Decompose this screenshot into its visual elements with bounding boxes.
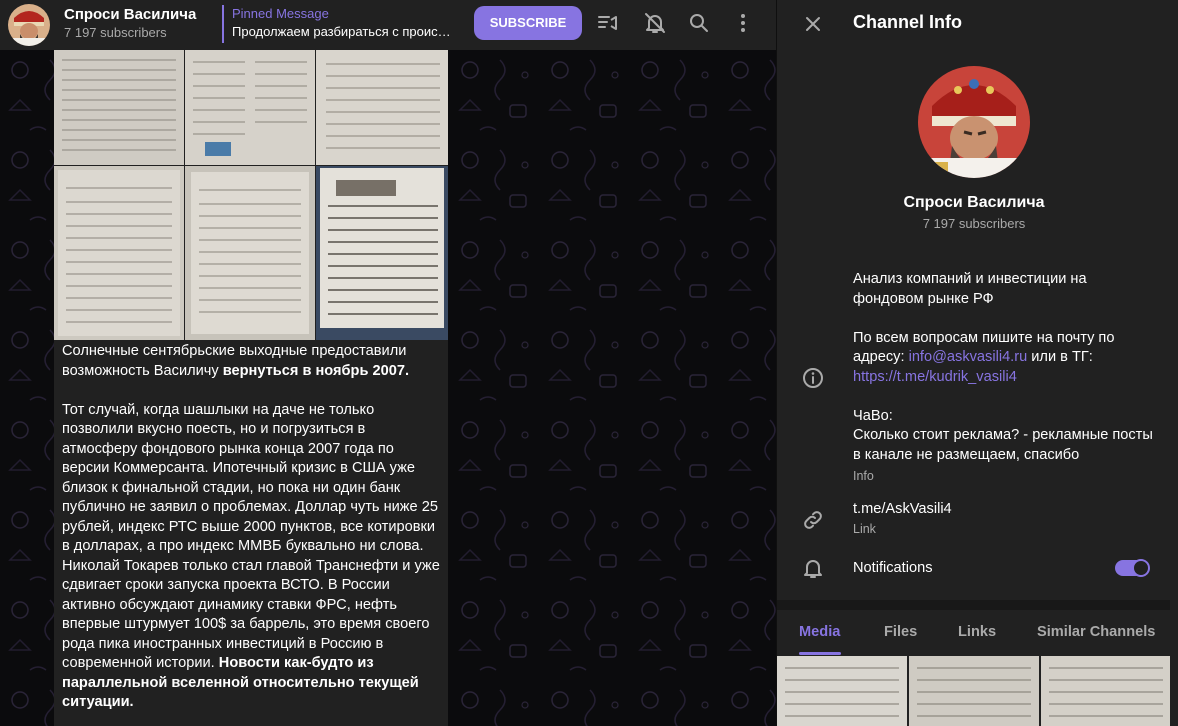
faq-text: Сколько стоит реклама? - рекламные посты…: [853, 427, 1153, 463]
faq-title: ЧаВо:: [853, 407, 893, 424]
notifications-row[interactable]: Notifications: [853, 560, 1053, 576]
section-divider: [777, 600, 1178, 610]
active-tab-indicator: [799, 652, 841, 655]
tab-media[interactable]: Media: [799, 624, 840, 640]
media-grid: [777, 656, 1171, 726]
channel-avatar-large[interactable]: [918, 66, 1030, 178]
email-link[interactable]: info@askvasili4.ru: [909, 349, 1028, 365]
panel-title: Channel Info: [853, 12, 962, 32]
link-value[interactable]: t.me/AskVasili4: [853, 501, 1153, 517]
toggle-knob: [1132, 559, 1150, 577]
link-icon: [804, 511, 822, 529]
telegram-link[interactable]: https://t.me/kudrik_vasili4: [853, 369, 1017, 385]
post-text: Солнечные сентябрьские выходные предоста…: [62, 342, 442, 726]
photo-album: [54, 50, 448, 340]
tab-links[interactable]: Links: [958, 624, 996, 640]
album-photo[interactable]: [185, 166, 315, 340]
tab-similar-channels[interactable]: Similar Channels: [1037, 624, 1155, 640]
channel-name: Спроси Василича: [903, 194, 1045, 211]
bell-icon: [804, 560, 822, 578]
subscriber-count: 7 197 subscribers: [64, 25, 167, 40]
channel-post: Солнечные сентябрьские выходные предоста…: [54, 50, 448, 726]
tab-files[interactable]: Files: [884, 624, 917, 640]
search-icon[interactable]: [687, 11, 711, 35]
album-photo[interactable]: [185, 50, 315, 165]
mute-bell-icon[interactable]: [643, 11, 667, 35]
channel-info-panel: Channel Info Спроси Василича 7 197 subsc…: [776, 0, 1178, 726]
live-stream-icon[interactable]: [596, 11, 620, 35]
media-tabs: Media Files Links Similar Channels: [777, 610, 1171, 656]
channel-description: Анализ компаний и инвестиции на фондовом…: [853, 270, 1153, 487]
notifications-toggle[interactable]: [1115, 559, 1150, 577]
album-photo[interactable]: [54, 166, 184, 340]
channel-avatar[interactable]: [8, 4, 50, 46]
telegram-app: Спроси Василича 7 197 subscribers Pinned…: [0, 0, 1178, 726]
album-photo[interactable]: [316, 50, 448, 165]
album-photo[interactable]: [316, 166, 448, 340]
channel-subscribers: 7 197 subscribers: [922, 216, 1026, 231]
chat-header: Спроси Василича 7 197 subscribers Pinned…: [0, 0, 776, 50]
album-photo[interactable]: [54, 50, 184, 165]
info-label: Info: [853, 469, 874, 483]
pinned-message[interactable]: Pinned Message Продолжаем разбираться с …: [222, 5, 458, 43]
panel-scrollbar[interactable]: [1170, 0, 1178, 726]
pinned-message-title: Pinned Message: [232, 6, 329, 21]
more-vertical-icon[interactable]: [731, 11, 755, 35]
chat-area: Спроси Василича 7 197 subscribers Pinned…: [0, 0, 776, 726]
subscribe-button[interactable]: SUBSCRIBE: [474, 6, 582, 40]
channel-title[interactable]: Спроси Василича: [64, 6, 196, 23]
info-icon: [803, 368, 823, 388]
notifications-label: Notifications: [853, 560, 933, 576]
link-row[interactable]: t.me/AskVasili4 Link: [853, 501, 1153, 536]
post-paragraph-1-bold: вернуться в ноябрь 2007.: [222, 362, 409, 379]
link-label: Link: [853, 522, 876, 536]
post-paragraph-2: Тот случай, когда шашлыки на даче не тол…: [62, 401, 440, 672]
close-icon[interactable]: [801, 12, 825, 36]
pinned-message-text: Продолжаем разбираться с проис…: [232, 24, 451, 39]
about-contact-text-2: или в ТГ:: [1027, 349, 1093, 365]
about-line-1: Анализ компаний и инвестиции на фондовом…: [853, 271, 1087, 307]
